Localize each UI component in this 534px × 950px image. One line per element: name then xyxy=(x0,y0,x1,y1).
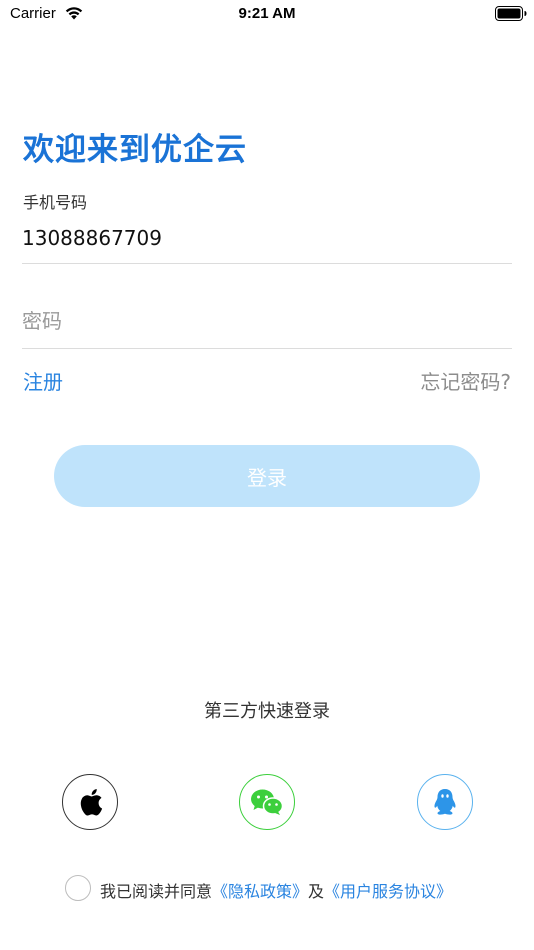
phone-divider xyxy=(22,263,512,264)
agreement-conjunction: 及 xyxy=(308,882,325,901)
register-link[interactable]: 注册 xyxy=(23,366,63,395)
wechat-login-button[interactable] xyxy=(239,774,295,830)
qq-icon xyxy=(434,789,456,815)
terms-of-service-link[interactable]: 《用户服务协议》 xyxy=(324,882,452,901)
battery-icon xyxy=(495,6,527,21)
apple-icon xyxy=(80,789,103,816)
password-input[interactable] xyxy=(22,304,512,338)
phone-label: 手机号码 xyxy=(23,193,88,212)
wechat-icon xyxy=(251,789,284,815)
qq-login-button[interactable] xyxy=(417,774,473,830)
phone-input[interactable] xyxy=(22,221,512,255)
agreement-prefix: 我已阅读并同意 xyxy=(100,882,213,901)
password-divider xyxy=(22,348,512,349)
apple-login-button[interactable] xyxy=(62,774,118,830)
login-button[interactable]: 登录 xyxy=(54,445,480,507)
page-title: 欢迎来到优企云 xyxy=(23,132,247,168)
agreement-row: 我已阅读并同意《隐私政策》及《用户服务协议》 xyxy=(0,875,534,903)
agreement-text: 我已阅读并同意《隐私政策》及《用户服务协议》 xyxy=(100,878,452,902)
clock-time: 9:21 AM xyxy=(238,5,296,22)
forgot-password-link[interactable]: 忘记密码? xyxy=(420,366,511,395)
status-bar: Carrier 9:21 AM xyxy=(0,0,534,28)
agreement-checkbox[interactable] xyxy=(65,875,91,901)
third-party-title: 第三方快速登录 xyxy=(204,701,330,722)
privacy-policy-link[interactable]: 《隐私政策》 xyxy=(212,882,308,901)
